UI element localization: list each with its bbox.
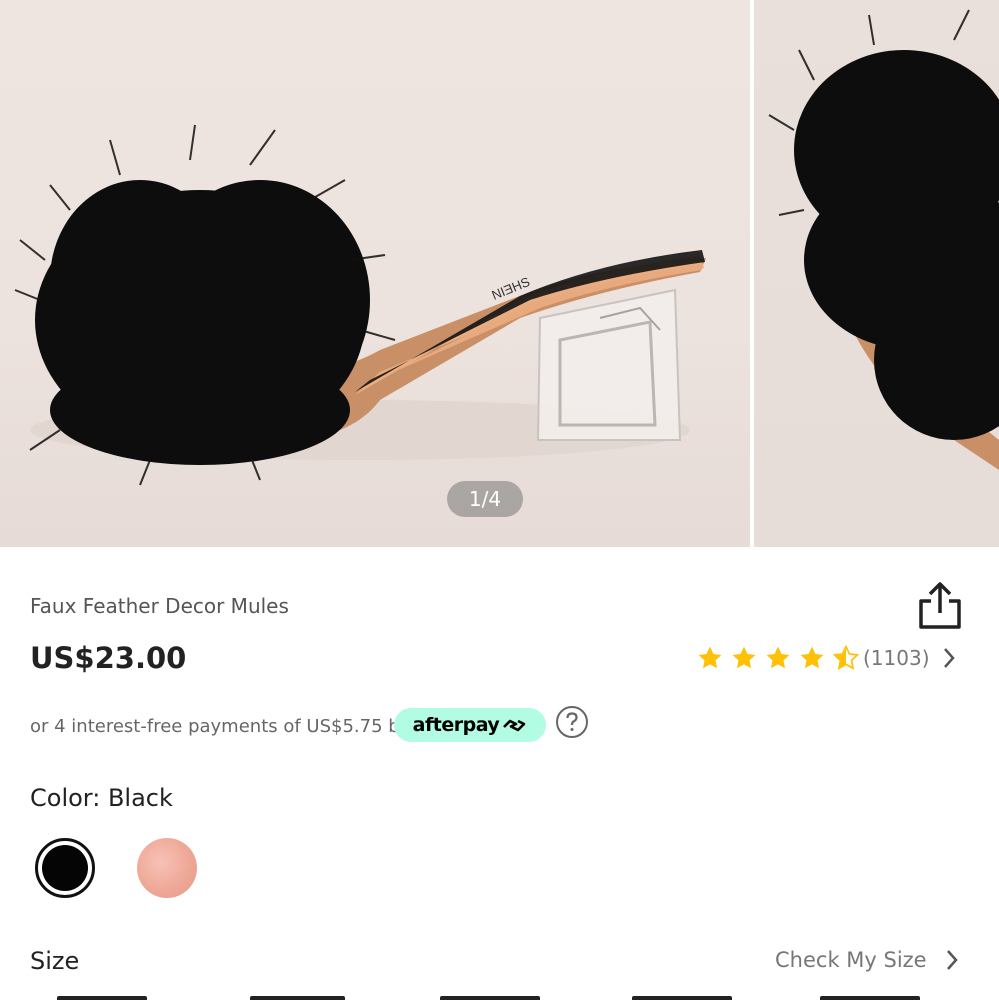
share-icon[interactable] [917,581,963,631]
size-option-top-edge[interactable] [820,996,920,1000]
afterpay-label: afterpay [412,714,500,736]
color-swatch-pink[interactable] [137,838,197,898]
image-pager: 1/4 [447,481,523,517]
product-title: Faux Feather Decor Mules [30,594,289,618]
color-label: Color: Black [30,784,173,812]
product-image-main[interactable]: NIƎHS 1/4 [0,0,750,547]
size-option-top-edge[interactable] [250,996,345,1000]
check-my-size-link[interactable]: Check My Size [775,948,959,972]
rating-count: (1103) [863,646,930,670]
product-price: US$23.00 [30,641,187,675]
color-swatch-black[interactable] [35,838,95,898]
star-icon [766,646,790,669]
afterpay-logo-icon [503,719,526,732]
afterpay-badge[interactable]: afterpay [394,708,546,742]
size-option-top-edge[interactable] [57,996,147,1000]
product-image-gallery[interactable]: NIƎHS 1/4 [0,0,999,547]
product-image-next[interactable] [754,0,999,547]
mule-side-view-image: NIƎHS [14,124,706,486]
star-icon [800,646,824,669]
help-icon[interactable] [555,705,589,739]
star-icon [698,646,722,669]
size-options-row [0,996,999,1000]
half-star-icon [833,645,859,670]
size-option-top-edge[interactable] [440,996,540,1000]
check-my-size-label: Check My Size [775,948,927,972]
size-option-top-edge[interactable] [632,996,732,1000]
chevron-right-icon [943,648,955,668]
size-label: Size [30,947,80,975]
rating-summary[interactable]: (1103) [697,642,956,674]
mule-front-view-image [768,9,999,470]
installments-text: or 4 interest-free payments of US$5.75 b… [30,716,411,737]
star-icon [732,646,756,669]
chevron-right-icon [946,950,958,970]
